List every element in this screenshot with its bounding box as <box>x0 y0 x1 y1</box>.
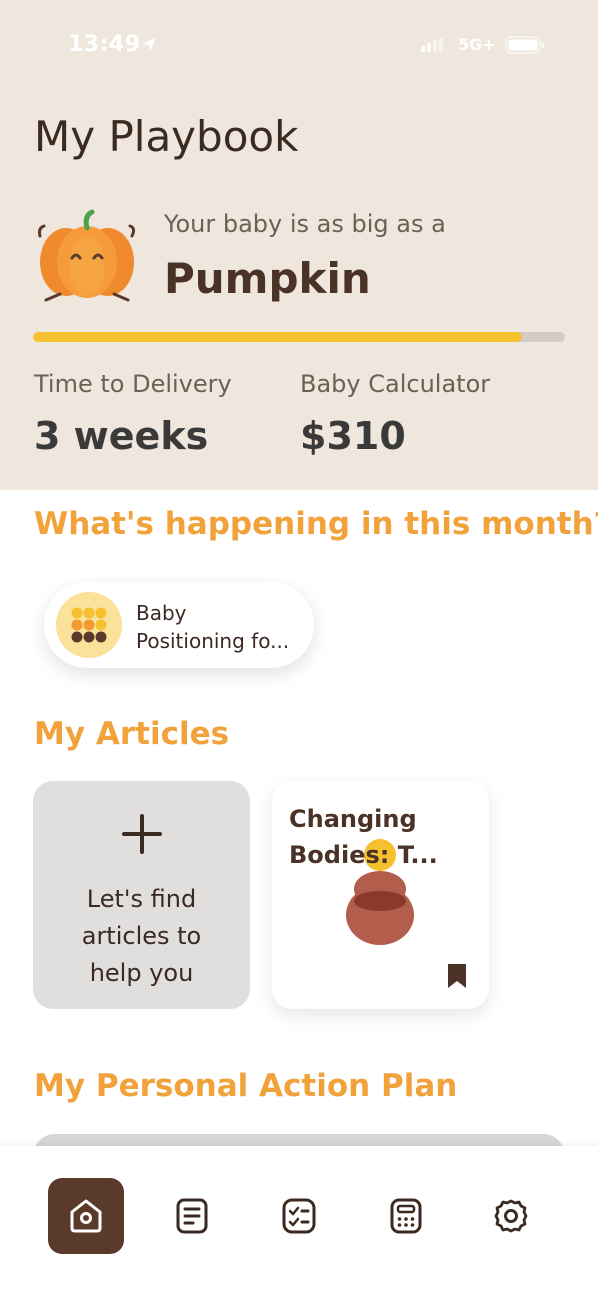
month-topic-title: Baby Positioning fo... <box>136 599 306 655</box>
page-title: My Playbook <box>34 112 299 161</box>
tab-home[interactable] <box>48 1178 124 1254</box>
tab-settings[interactable] <box>473 1178 549 1254</box>
settings-icon <box>494 1199 528 1233</box>
month-section-heading: What's happening in this month? <box>34 506 598 542</box>
bottom-tab-bar <box>0 1146 598 1300</box>
calculator-icon <box>390 1198 422 1234</box>
tab-checklist[interactable] <box>261 1178 337 1254</box>
article-title-line1: Changing <box>289 805 417 833</box>
find-articles-line2: articles to <box>81 922 202 950</box>
find-articles-line3: help you <box>89 959 194 987</box>
month-topic-chip[interactable]: Baby Positioning fo... <box>44 582 314 668</box>
home-icon <box>70 1199 102 1233</box>
plus-icon <box>122 814 162 854</box>
tab-calculator[interactable] <box>368 1178 444 1254</box>
tab-articles[interactable] <box>154 1178 230 1254</box>
article-title: Changing Bodies: T... <box>289 801 479 873</box>
pregnancy-progress-bar <box>33 332 565 342</box>
header-panel: 13:49 5G+ My Playbook Your baby is as bi… <box>0 0 598 490</box>
pumpkin-illustration <box>38 209 136 302</box>
find-articles-line1: Let's find <box>86 885 197 913</box>
bookmark-icon[interactable] <box>446 963 468 989</box>
find-articles-text: Let's find articles to help you <box>33 881 250 992</box>
article-title-line2: Bodies: T... <box>289 841 438 869</box>
baby-size-prefix: Your baby is as big as a <box>164 210 446 238</box>
baby-calculator-value[interactable]: $310 <box>300 414 406 458</box>
signal-icon <box>421 38 443 52</box>
articles-section-heading: My Articles <box>34 716 230 752</box>
action-plan-section-heading: My Personal Action Plan <box>34 1068 458 1104</box>
network-type: 5G+ <box>458 35 496 54</box>
status-time: 13:49 <box>68 32 141 57</box>
battery-icon <box>505 36 544 54</box>
find-articles-card[interactable]: Let's find articles to help you <box>33 781 250 1009</box>
time-to-delivery-label: Time to Delivery <box>34 370 232 398</box>
baby-positioning-icon <box>56 592 122 658</box>
location-arrow-icon <box>142 38 156 52</box>
articles-icon <box>176 1198 208 1234</box>
progress-fill <box>33 332 523 342</box>
baby-calculator-label[interactable]: Baby Calculator <box>300 370 490 398</box>
time-to-delivery-value: 3 weeks <box>34 414 209 458</box>
status-bar: 13:49 5G+ <box>0 28 598 64</box>
month-topic-title-line2: Positioning fo... <box>136 629 290 653</box>
baby-size-value: Pumpkin <box>164 254 371 303</box>
checklist-icon <box>282 1198 316 1234</box>
article-card[interactable]: Changing Bodies: T... <box>272 781 489 1009</box>
month-topic-title-line1: Baby <box>136 601 187 625</box>
